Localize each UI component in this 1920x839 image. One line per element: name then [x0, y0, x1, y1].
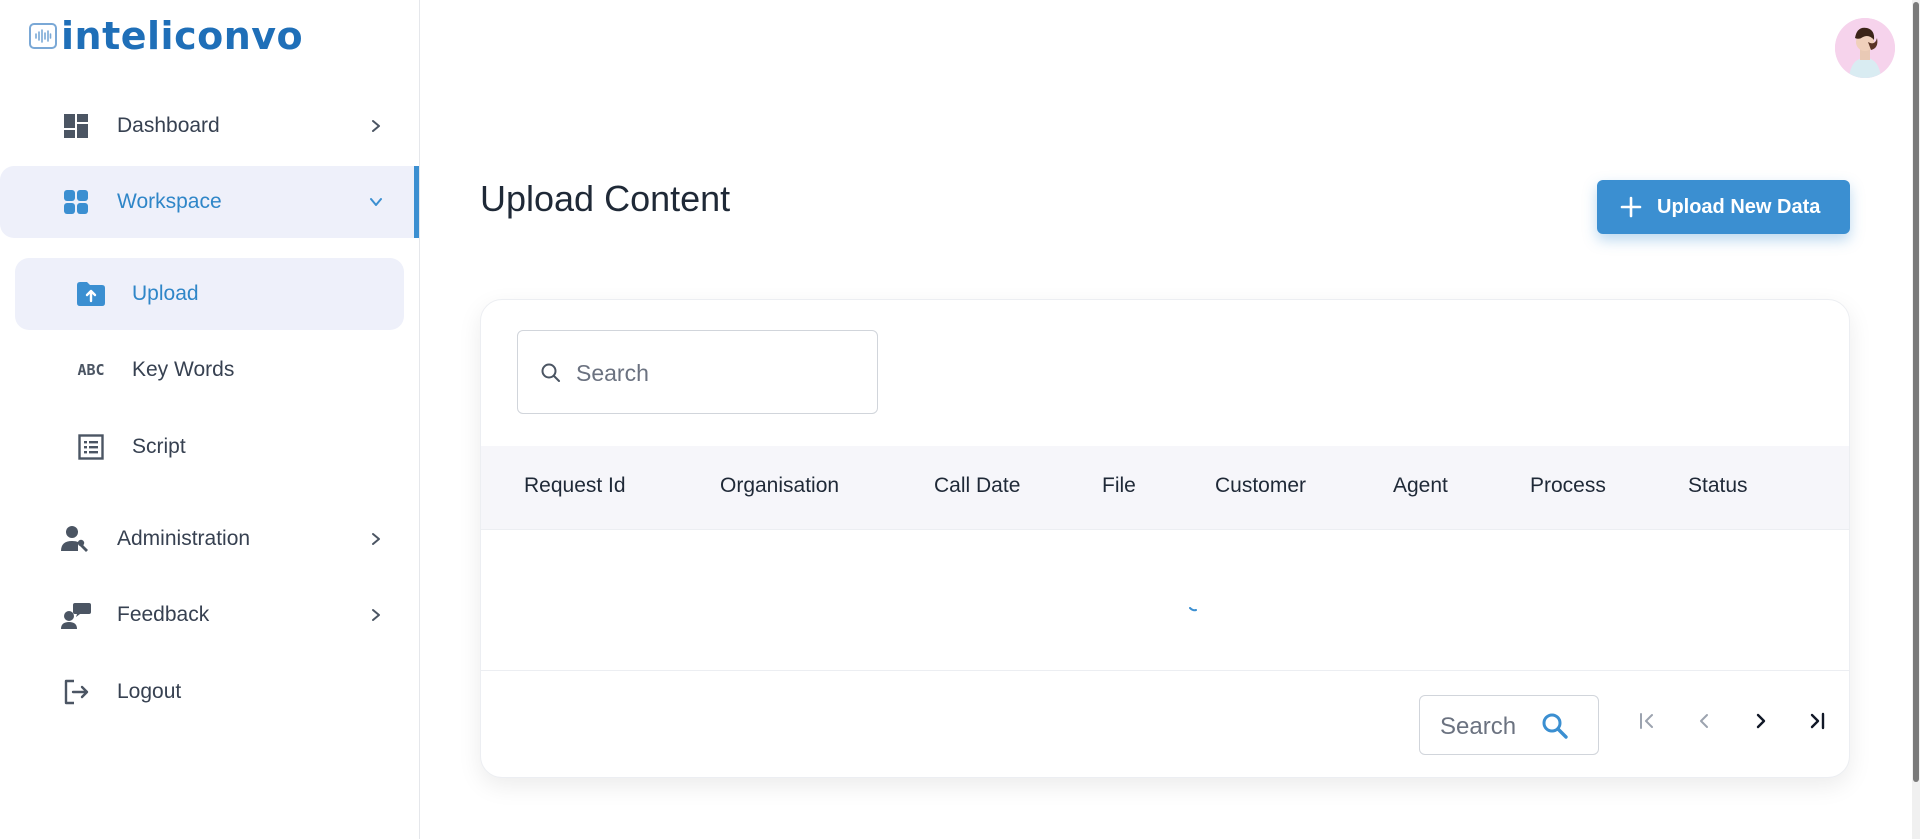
sidebar-item-label: Logout: [117, 680, 182, 703]
column-header-status[interactable]: Status: [1688, 474, 1748, 498]
admin-icon: [61, 524, 91, 554]
list-icon: [76, 432, 106, 462]
upload-new-data-button[interactable]: Upload New Data: [1597, 180, 1850, 234]
table-footer-divider: [481, 670, 1849, 671]
column-header-agent[interactable]: Agent: [1393, 474, 1448, 498]
search-icon: [540, 362, 562, 384]
next-page-button[interactable]: [1743, 705, 1779, 741]
brand-logo[interactable]: inteliconvo: [29, 14, 303, 58]
sidebar-item-label: Feedback: [117, 603, 210, 626]
column-header-request-id[interactable]: Request Id: [524, 474, 626, 498]
sidebar-item-dashboard[interactable]: Dashboard: [0, 90, 419, 162]
search-input[interactable]: [574, 351, 858, 395]
last-page-button[interactable]: [1799, 705, 1835, 741]
last-page-icon: [1807, 711, 1827, 736]
chevron-down-icon: [366, 192, 386, 212]
sidebar-item-workspace[interactable]: Workspace: [0, 166, 419, 238]
footer-search-button[interactable]: Search: [1419, 695, 1599, 755]
dashboard-icon: [61, 111, 91, 141]
first-page-button[interactable]: [1629, 705, 1665, 741]
search-icon: [1540, 711, 1570, 741]
sidebar-subitem-label: Key Words: [132, 358, 235, 381]
chevron-right-icon: [366, 529, 386, 549]
column-header-customer[interactable]: Customer: [1215, 474, 1306, 498]
folder-upload-icon: [76, 279, 106, 309]
page-title: Upload Content: [480, 178, 731, 219]
table-search[interactable]: [517, 330, 878, 414]
sidebar-item-label: Workspace: [117, 190, 222, 213]
grid-icon: [61, 187, 91, 217]
logout-icon: [61, 677, 91, 707]
chevron-right-icon: [366, 605, 386, 625]
first-page-icon: [1637, 711, 1657, 736]
sidebar-subitem-upload[interactable]: Upload: [15, 258, 404, 330]
column-header-file[interactable]: File: [1102, 474, 1136, 498]
table-header: Request Id Organisation Call Date File C…: [481, 446, 1849, 530]
upload-button-label: Upload New Data: [1657, 195, 1821, 218]
plus-icon: [1619, 195, 1643, 219]
sidebar-item-label: Dashboard: [117, 114, 220, 137]
sidebar-item-administration[interactable]: Administration: [0, 503, 419, 575]
scrollbar-thumb[interactable]: [1913, 2, 1919, 782]
sidebar-subitem-script[interactable]: Script: [15, 411, 404, 483]
waveform-icon: [29, 23, 57, 49]
footer-search-label: Search: [1440, 713, 1517, 740]
abc-icon: ABC: [76, 355, 106, 385]
column-header-call-date[interactable]: Call Date: [934, 474, 1020, 498]
column-header-process[interactable]: Process: [1530, 474, 1606, 498]
feedback-icon: [61, 600, 91, 630]
abc-glyph: ABC: [77, 361, 105, 379]
chevron-right-icon: [366, 116, 386, 136]
sidebar-subitem-key-words[interactable]: ABC Key Words: [15, 334, 404, 406]
content-table-card: Request Id Organisation Call Date File C…: [480, 299, 1850, 778]
prev-page-button[interactable]: [1686, 705, 1722, 741]
sidebar-item-logout[interactable]: Logout: [0, 656, 419, 728]
column-header-organisation[interactable]: Organisation: [720, 474, 839, 498]
sidebar-item-label: Administration: [117, 527, 251, 550]
sidebar-subitem-label: Script: [132, 435, 186, 458]
sidebar: inteliconvo Dashboard Workspace Upload A…: [0, 0, 420, 839]
user-avatar[interactable]: [1835, 18, 1895, 78]
chevron-right-icon: [1751, 711, 1771, 736]
sidebar-item-feedback[interactable]: Feedback: [0, 579, 419, 651]
sidebar-subitem-label: Upload: [132, 282, 199, 305]
loading-spinner: [1189, 600, 1197, 612]
chevron-left-icon: [1694, 711, 1714, 736]
brand-name: inteliconvo: [61, 14, 304, 58]
